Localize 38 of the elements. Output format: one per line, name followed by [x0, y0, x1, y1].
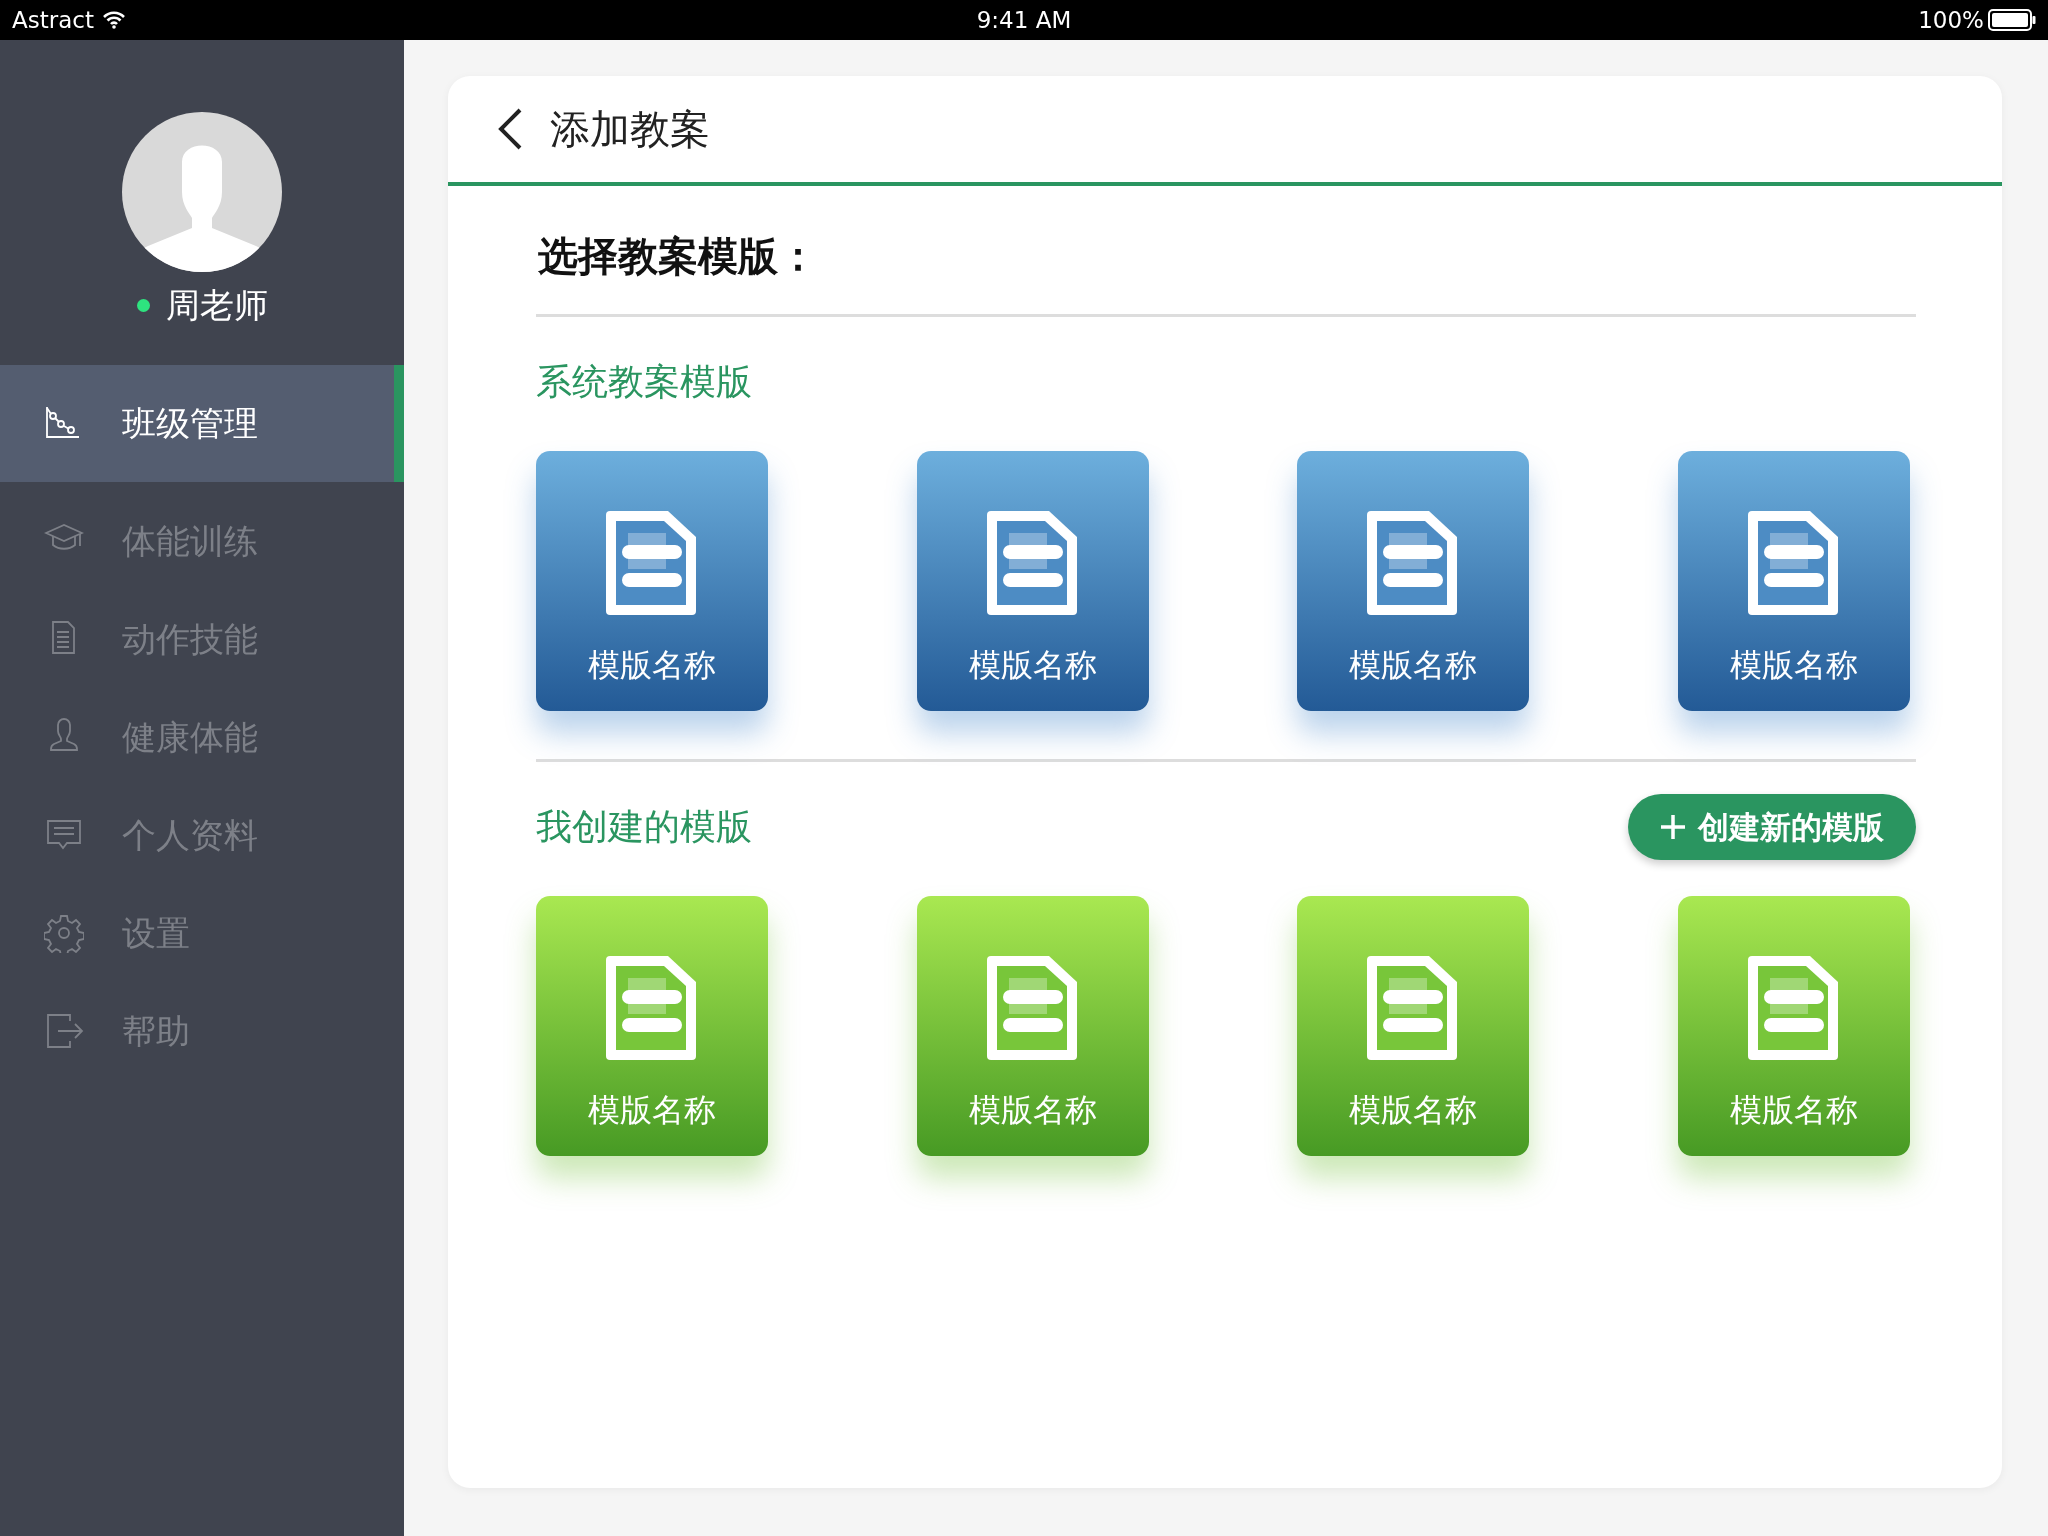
- create-template-button[interactable]: 创建新的模版: [1628, 793, 1916, 861]
- template-card[interactable]: 模版名称: [1297, 896, 1530, 1156]
- template-card[interactable]: 模版名称: [536, 451, 768, 711]
- sidebar-item[interactable]: 班级管理: [0, 365, 404, 482]
- template-card[interactable]: 模版名称: [916, 896, 1149, 1156]
- section-title: 系统教案模版: [536, 360, 752, 404]
- section-prompt: 选择教案模版：: [536, 186, 1916, 317]
- template-name: 模版名称: [1349, 1090, 1478, 1131]
- plus-icon: [1660, 814, 1686, 840]
- template-card[interactable]: 模版名称: [536, 896, 768, 1156]
- template-name: 模版名称: [588, 1090, 716, 1131]
- sidebar-item[interactable]: 个人资料: [0, 786, 404, 884]
- template-name: 模版名称: [1729, 645, 1858, 686]
- user-name: 周老师: [165, 284, 268, 327]
- template-card[interactable]: 模版名称: [916, 451, 1149, 711]
- template-name: 模版名称: [1729, 1090, 1858, 1131]
- back-icon[interactable]: [496, 107, 524, 151]
- sidebar-item[interactable]: 帮助: [0, 982, 404, 1080]
- page-title: 添加教案: [550, 105, 710, 154]
- battery-icon: [1988, 9, 2036, 31]
- template-name: 模版名称: [968, 645, 1097, 686]
- template-name: 模版名称: [968, 1090, 1097, 1131]
- template-name: 模版名称: [1349, 645, 1478, 686]
- template-card[interactable]: 模版名称: [1677, 896, 1910, 1156]
- sidebar-item[interactable]: 设置: [0, 884, 404, 982]
- exit-icon: [44, 1011, 84, 1051]
- template-card[interactable]: 模版名称: [1297, 451, 1530, 711]
- sidebar-item[interactable]: 体能训练: [0, 492, 404, 590]
- sidebar-item[interactable]: 健康体能: [0, 688, 404, 786]
- sidebar-item[interactable]: 动作技能: [0, 590, 404, 688]
- template-name: 模版名称: [588, 645, 716, 686]
- wifi-icon: [101, 11, 126, 29]
- template-card[interactable]: 模版名称: [1677, 451, 1910, 711]
- battery-percentage: 100%: [1918, 5, 1984, 35]
- clock-time: 9:41 AM: [976, 5, 1072, 35]
- carrier-name: Astract: [12, 5, 94, 35]
- section-title: 我创建的模版: [536, 805, 752, 849]
- settings-icon: [44, 913, 84, 953]
